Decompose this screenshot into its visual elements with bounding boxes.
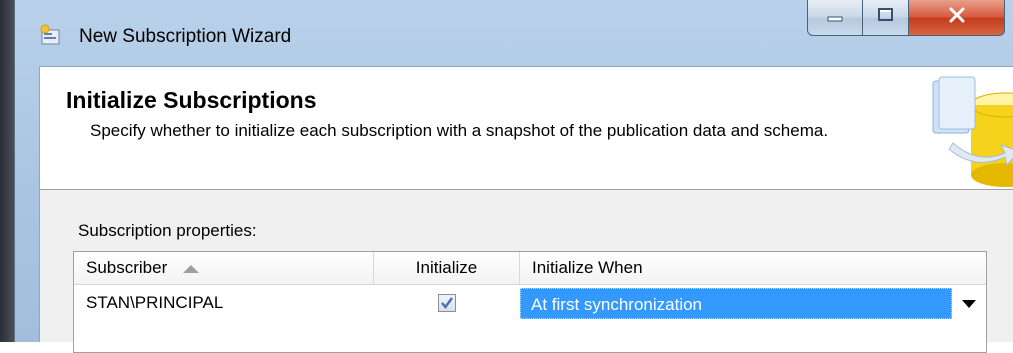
maximize-button[interactable] <box>863 0 909 36</box>
window-title: New Subscription Wizard <box>79 26 292 47</box>
chevron-down-icon <box>962 299 976 308</box>
title-bar[interactable]: New Subscription Wizard <box>15 0 1013 62</box>
sort-ascending-icon <box>183 264 200 273</box>
page-title: Initialize Subscriptions <box>66 87 317 113</box>
initialize-when-value: At first synchronization <box>520 288 952 319</box>
column-header-subscriber[interactable]: Subscriber <box>74 252 374 284</box>
caption-buttons <box>807 0 1005 40</box>
wizard-app-icon <box>39 24 61 46</box>
minimize-icon <box>825 9 845 27</box>
wizard-header: Initialize Subscriptions Specify whether… <box>40 67 1013 190</box>
wizard-window: New Subscription Wizard Initialize Subsc… <box>14 0 1013 353</box>
subscriber-cell: STAN\PRINCIPAL <box>86 293 224 312</box>
initialize-when-dropdown[interactable]: At first synchronization <box>520 288 986 319</box>
column-header-initialize[interactable]: Initialize <box>374 252 520 284</box>
check-icon <box>441 297 453 309</box>
column-label-initialize: Initialize <box>415 258 478 277</box>
column-header-initialize-when[interactable]: Initialize When <box>520 252 986 284</box>
desktop-background <box>0 0 14 342</box>
close-button[interactable] <box>909 0 1005 36</box>
subscription-properties-label: Subscription properties: <box>78 221 257 240</box>
initialize-checkbox[interactable] <box>438 294 456 312</box>
initialize-cell <box>374 284 520 321</box>
page-description: Specify whether to initialize each subsc… <box>90 121 829 140</box>
database-icon <box>923 73 1013 189</box>
minimize-button[interactable] <box>807 0 863 36</box>
subscription-properties-grid: Subscriber Initialize Initialize When ST… <box>73 251 987 353</box>
maximize-icon <box>877 7 895 28</box>
dropdown-button[interactable] <box>952 288 986 319</box>
grid-header: Subscriber Initialize Initialize When <box>74 252 986 285</box>
close-icon <box>947 6 967 29</box>
table-row[interactable]: STAN\PRINCIPAL At first synchronization <box>74 284 986 321</box>
wizard-client-area: Initialize Subscriptions Specify whether… <box>39 66 1013 353</box>
column-label-subscriber: Subscriber <box>86 258 168 277</box>
column-label-initialize-when: Initialize When <box>532 258 643 277</box>
